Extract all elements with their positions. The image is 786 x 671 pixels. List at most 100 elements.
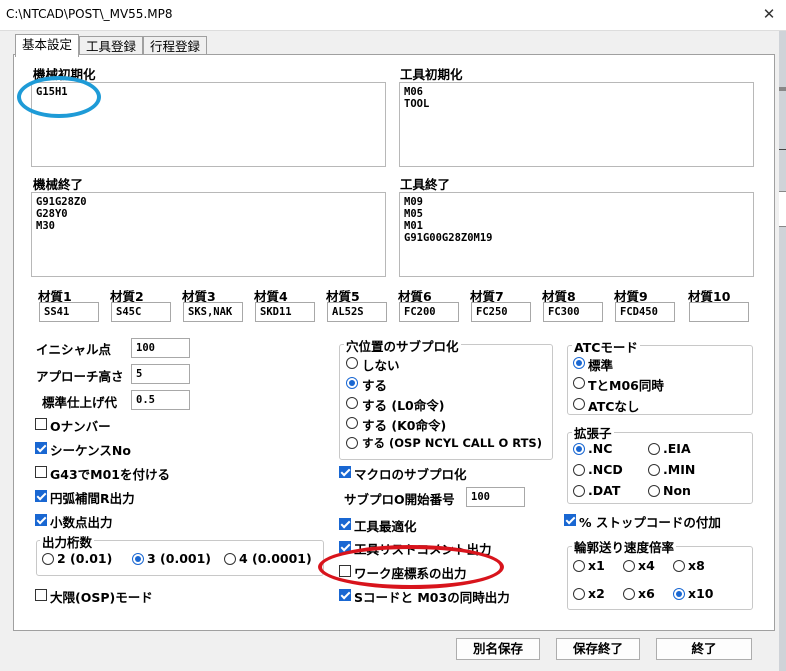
material-input-7[interactable]: FC250 bbox=[471, 302, 531, 322]
save-exit-button[interactable]: 保存終了 bbox=[556, 638, 640, 660]
atc-label: ATCモード bbox=[572, 337, 640, 356]
o-number-checkbox[interactable] bbox=[35, 418, 47, 430]
atc-option-standard: 標準 bbox=[588, 358, 614, 373]
g43-m01-checkbox[interactable] bbox=[35, 466, 47, 478]
ext-radio-non[interactable] bbox=[648, 485, 660, 497]
background-window-strip bbox=[779, 31, 786, 671]
save-as-button[interactable]: 別名保存 bbox=[456, 638, 540, 660]
digits-radio-2[interactable] bbox=[42, 553, 54, 565]
machine-end-textarea[interactable]: G91G28Z0 G28Y0 M30 bbox=[31, 192, 386, 277]
feed-option-x4: x4 bbox=[638, 558, 655, 573]
machine-init-textarea[interactable]: G15H1 bbox=[31, 82, 386, 167]
digits-option-2: 2 (0.01) bbox=[57, 551, 113, 566]
feed-option-x10: x10 bbox=[688, 586, 714, 601]
material-input-9[interactable]: FCD450 bbox=[615, 302, 675, 322]
sub-o-start-input[interactable]: 100 bbox=[466, 487, 525, 507]
material-input-10[interactable] bbox=[689, 302, 749, 322]
ext-radio-ncd[interactable] bbox=[573, 464, 585, 476]
digits-radio-3[interactable] bbox=[132, 553, 144, 565]
sequence-no-label: シーケンスNo bbox=[50, 443, 131, 458]
digits-label: 出力桁数 bbox=[40, 532, 95, 551]
macro-sub-label: マクロのサブプロ化 bbox=[354, 467, 467, 482]
decimal-checkbox[interactable] bbox=[35, 514, 47, 526]
arc-r-label: 円弧補間R出力 bbox=[50, 491, 135, 506]
tool-opt-checkbox[interactable] bbox=[339, 518, 351, 530]
atc-radio-standard[interactable] bbox=[573, 357, 585, 369]
material-input-8[interactable]: FC300 bbox=[543, 302, 603, 322]
window-title: C:\NTCAD\POST\_MV55.MP8 bbox=[6, 7, 173, 21]
sequence-no-checkbox[interactable] bbox=[35, 442, 47, 454]
feed-radio-x8[interactable] bbox=[673, 560, 685, 572]
machine-init-label: 機械初期化 bbox=[33, 67, 96, 82]
ext-option-ncd: .NCD bbox=[588, 462, 623, 477]
ext-radio-eia[interactable] bbox=[648, 443, 660, 455]
hole-sub-option-l0: する (L0命令) bbox=[362, 398, 445, 413]
o-number-label: Oナンバー bbox=[50, 419, 111, 434]
hole-sub-radio-k0[interactable] bbox=[346, 417, 358, 429]
osp-mode-checkbox[interactable] bbox=[35, 589, 47, 601]
feed-radio-x1[interactable] bbox=[573, 560, 585, 572]
approach-height-label: アプローチ高さ bbox=[36, 369, 124, 384]
atc-radio-t-m06[interactable] bbox=[573, 377, 585, 389]
material-input-6[interactable]: FC200 bbox=[399, 302, 459, 322]
feed-radio-x10[interactable] bbox=[673, 588, 685, 600]
tool-end-textarea[interactable]: M09 M05 M01 G91G00G28Z0M19 bbox=[399, 192, 754, 277]
material-input-1[interactable]: SS41 bbox=[39, 302, 99, 322]
feed-option-x8: x8 bbox=[688, 558, 705, 573]
feed-radio-x6[interactable] bbox=[623, 588, 635, 600]
hole-sub-radio-l0[interactable] bbox=[346, 397, 358, 409]
exit-button[interactable]: 終了 bbox=[656, 638, 752, 660]
feed-radio-x2[interactable] bbox=[573, 588, 585, 600]
material-input-5[interactable]: AL52S bbox=[327, 302, 387, 322]
digits-option-3: 3 (0.001) bbox=[147, 551, 212, 566]
ext-radio-dat[interactable] bbox=[573, 485, 585, 497]
osp-mode-label: 大隈(OSP)モード bbox=[50, 590, 153, 605]
close-icon[interactable]: ✕ bbox=[756, 2, 782, 26]
hole-sub-radio-do[interactable] bbox=[346, 377, 358, 389]
arc-r-checkbox[interactable] bbox=[35, 490, 47, 502]
ext-option-dat: .DAT bbox=[588, 483, 621, 498]
hole-sub-radio-none[interactable] bbox=[346, 357, 358, 369]
s-m03-checkbox[interactable] bbox=[339, 589, 351, 601]
stop-code-checkbox[interactable] bbox=[564, 514, 576, 526]
work-coord-checkbox[interactable] bbox=[339, 565, 351, 577]
stop-code-label: % ストップコードの付加 bbox=[579, 515, 721, 530]
tool-init-label: 工具初期化 bbox=[400, 67, 463, 82]
ext-option-nc: .NC bbox=[588, 441, 613, 456]
tab-basic-settings[interactable]: 基本設定 bbox=[15, 34, 79, 57]
feed-option-x1: x1 bbox=[588, 558, 605, 573]
tool-opt-label: 工具最適化 bbox=[354, 519, 417, 534]
sub-o-start-label: サブプロO開始番号 bbox=[344, 492, 455, 507]
initial-point-input[interactable]: 100 bbox=[131, 338, 190, 358]
feed-radio-x4[interactable] bbox=[623, 560, 635, 572]
hole-sub-option-k0: する (K0命令) bbox=[362, 418, 447, 433]
hole-sub-option-do: する bbox=[362, 378, 388, 393]
hole-sub-radio-osp[interactable] bbox=[346, 437, 358, 449]
hole-sub-option-osp: する (OSP NCYL CALL O RTS) bbox=[362, 436, 542, 450]
ext-option-min: .MIN bbox=[663, 462, 696, 477]
ext-label: 拡張子 bbox=[572, 423, 614, 442]
initial-point-label: イニシャル点 bbox=[36, 342, 112, 357]
ext-option-eia: .EIA bbox=[663, 441, 691, 456]
atc-option-t-m06: TとM06同時 bbox=[588, 378, 664, 393]
macro-sub-checkbox[interactable] bbox=[339, 466, 351, 478]
hole-sub-label: 穴位置のサブプロ化 bbox=[344, 336, 461, 355]
tool-list-label: 工具リストコメント出力 bbox=[354, 542, 492, 557]
atc-option-none: ATCなし bbox=[588, 399, 640, 414]
ext-option-non: Non bbox=[663, 483, 691, 498]
finish-allowance-input[interactable]: 0.5 bbox=[131, 390, 190, 410]
ext-radio-min[interactable] bbox=[648, 464, 660, 476]
approach-height-input[interactable]: 5 bbox=[131, 364, 190, 384]
tool-list-checkbox[interactable] bbox=[339, 541, 351, 553]
material-input-4[interactable]: SKD11 bbox=[255, 302, 315, 322]
tool-init-textarea[interactable]: M06 TOOL bbox=[399, 82, 754, 167]
material-input-3[interactable]: SKS,NAK bbox=[183, 302, 243, 322]
ext-radio-nc[interactable] bbox=[573, 443, 585, 455]
feed-label: 輪郭送り速度倍率 bbox=[572, 537, 677, 556]
decimal-label: 小数点出力 bbox=[50, 515, 113, 530]
work-coord-label: ワーク座標系の出力 bbox=[354, 566, 467, 581]
feed-option-x2: x2 bbox=[588, 586, 605, 601]
material-input-2[interactable]: S45C bbox=[111, 302, 171, 322]
atc-radio-none[interactable] bbox=[573, 398, 585, 410]
digits-radio-4[interactable] bbox=[224, 553, 236, 565]
